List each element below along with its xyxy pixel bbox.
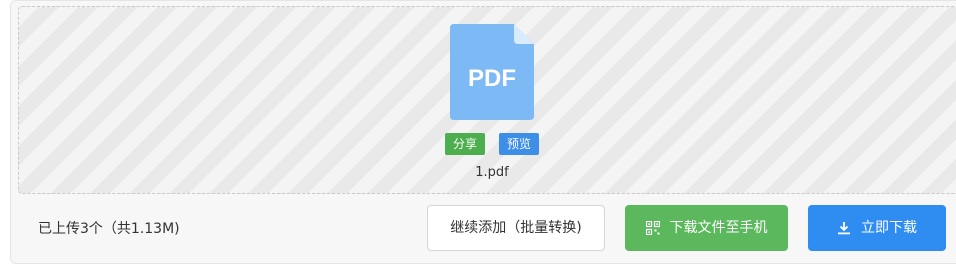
download-to-phone-button[interactable]: 下载文件至手机 <box>625 205 788 251</box>
upload-status: 已上传3个（共1.13M) <box>38 221 180 237</box>
share-button[interactable]: 分享 <box>445 133 485 155</box>
pdf-file-icon[interactable]: PDF <box>450 24 534 120</box>
download-now-button[interactable]: 立即下载 <box>808 205 946 251</box>
file-name: 1.pdf <box>475 165 509 180</box>
qr-code-icon <box>645 221 660 235</box>
file-type-label: PDF <box>468 65 516 92</box>
download-icon <box>837 221 851 235</box>
continue-add-button[interactable]: 继续添加（批量转换) <box>427 205 605 251</box>
preview-button[interactable]: 预览 <box>499 133 539 155</box>
download-now-label: 立即下载 <box>861 220 917 236</box>
download-to-phone-label: 下载文件至手机 <box>669 220 768 236</box>
continue-add-label: 继续添加（批量转换) <box>450 220 582 236</box>
